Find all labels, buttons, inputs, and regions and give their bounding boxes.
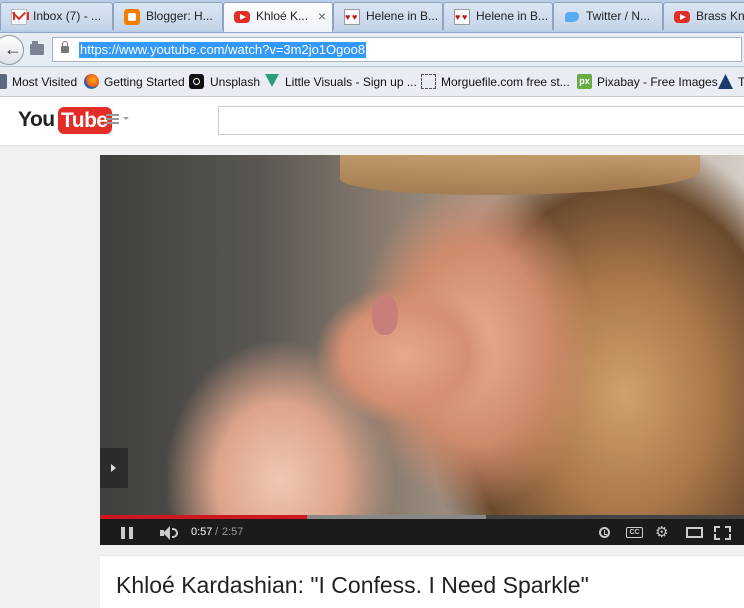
tab-helene-1[interactable]: Helene in B...: [333, 2, 443, 30]
guide-menu-icon[interactable]: [106, 114, 129, 124]
bookmark-unsplash[interactable]: Unsplash: [210, 75, 260, 89]
bookmarks-bar: Most Visited Getting Started Unsplash Li…: [0, 67, 744, 97]
back-arrow-icon: ←: [4, 39, 22, 59]
heart-icon: [344, 9, 360, 25]
navigation-bar: ← https://www.youtube.com/watch?v=3m2jo1…: [0, 33, 744, 67]
pause-icon[interactable]: [121, 527, 133, 539]
video-hair-shape: [340, 155, 700, 195]
tab-title: Helene in B...: [366, 9, 439, 23]
bookmark-most-visited[interactable]: Most Visited: [12, 75, 77, 89]
video-info-card: Khloé Kardashian: "I Confess. I Need Spa…: [100, 555, 744, 608]
back-button[interactable]: ←: [0, 35, 24, 65]
video-frame[interactable]: [100, 155, 744, 515]
history-icon[interactable]: [30, 41, 44, 55]
heart-icon: [454, 9, 470, 25]
address-bar[interactable]: https://www.youtube.com/watch?v=3m2jo1Og…: [52, 37, 742, 62]
morguefile-icon: [421, 74, 436, 89]
theater-mode-icon[interactable]: [686, 527, 703, 538]
video-player[interactable]: 0:57 / 2:57 CC ⚙: [100, 155, 744, 545]
tab-twitter[interactable]: Twitter / N...: [553, 2, 663, 30]
firefox-icon: [84, 74, 99, 89]
youtube-masthead: You Tube: [0, 97, 744, 146]
captions-icon[interactable]: CC: [626, 527, 643, 538]
sailboat-icon: [718, 74, 733, 89]
search-input[interactable]: [218, 106, 744, 135]
time-separator: /: [215, 526, 219, 538]
blogger-icon: [124, 9, 140, 25]
bookmark-pixabay[interactable]: Pixabay - Free Images: [597, 75, 718, 89]
tab-khloe-active[interactable]: Khloé K... ×: [223, 2, 333, 32]
camera-icon: [189, 74, 204, 89]
youtube-icon: [234, 11, 250, 23]
tab-title: Brass Knu...: [696, 9, 744, 23]
time-current: 0:57: [191, 526, 213, 538]
tab-title: Inbox (7) - ...: [33, 9, 102, 23]
side-panel-arrow-icon[interactable]: [100, 448, 128, 488]
video-lips-shape: [372, 295, 398, 335]
settings-gear-icon[interactable]: ⚙: [655, 523, 668, 541]
bookmark-getting-started[interactable]: Getting Started: [104, 75, 185, 89]
fullscreen-icon[interactable]: [714, 526, 731, 540]
watch-later-icon[interactable]: [599, 527, 610, 538]
tab-title: Blogger: H...: [146, 9, 213, 23]
url-text[interactable]: https://www.youtube.com/watch?v=3m2jo1Og…: [79, 42, 367, 58]
tab-strip: Inbox (7) - ... Blogger: H... Khloé K...…: [0, 0, 744, 33]
tab-inbox[interactable]: Inbox (7) - ...: [0, 2, 113, 30]
tab-title: Helene in B...: [476, 9, 549, 23]
lock-icon: [61, 41, 69, 53]
tab-brass-knuckles[interactable]: Brass Knu...: [663, 2, 744, 30]
pixabay-icon: px: [577, 74, 592, 89]
little-visuals-icon: [265, 74, 279, 87]
tab-helene-2[interactable]: Helene in B...: [443, 2, 553, 30]
logo-tube-text: Tube: [58, 107, 112, 134]
tab-blogger[interactable]: Blogger: H...: [113, 2, 223, 30]
tab-title: Twitter / N...: [586, 9, 651, 23]
bookmark-morguefile[interactable]: Morguefile.com free st...: [441, 75, 570, 89]
video-title: Khloé Kardashian: "I Confess. I Need Spa…: [116, 572, 589, 598]
logo-you-text: You: [18, 108, 55, 131]
player-controls: 0:57 / 2:57 CC ⚙: [100, 519, 744, 545]
bookmark-little-visuals[interactable]: Little Visuals - Sign up ...: [285, 75, 417, 89]
time-duration: 2:57: [222, 526, 244, 538]
volume-icon[interactable]: [160, 526, 180, 540]
gmail-icon: [11, 9, 29, 25]
tab-close-icon[interactable]: ×: [318, 8, 326, 24]
tab-title: Khloé K...: [256, 9, 309, 23]
twitter-icon: [564, 9, 580, 25]
youtube-icon: [674, 11, 690, 23]
bookmark-t[interactable]: T: [738, 75, 744, 89]
most-visited-icon: [0, 74, 7, 89]
